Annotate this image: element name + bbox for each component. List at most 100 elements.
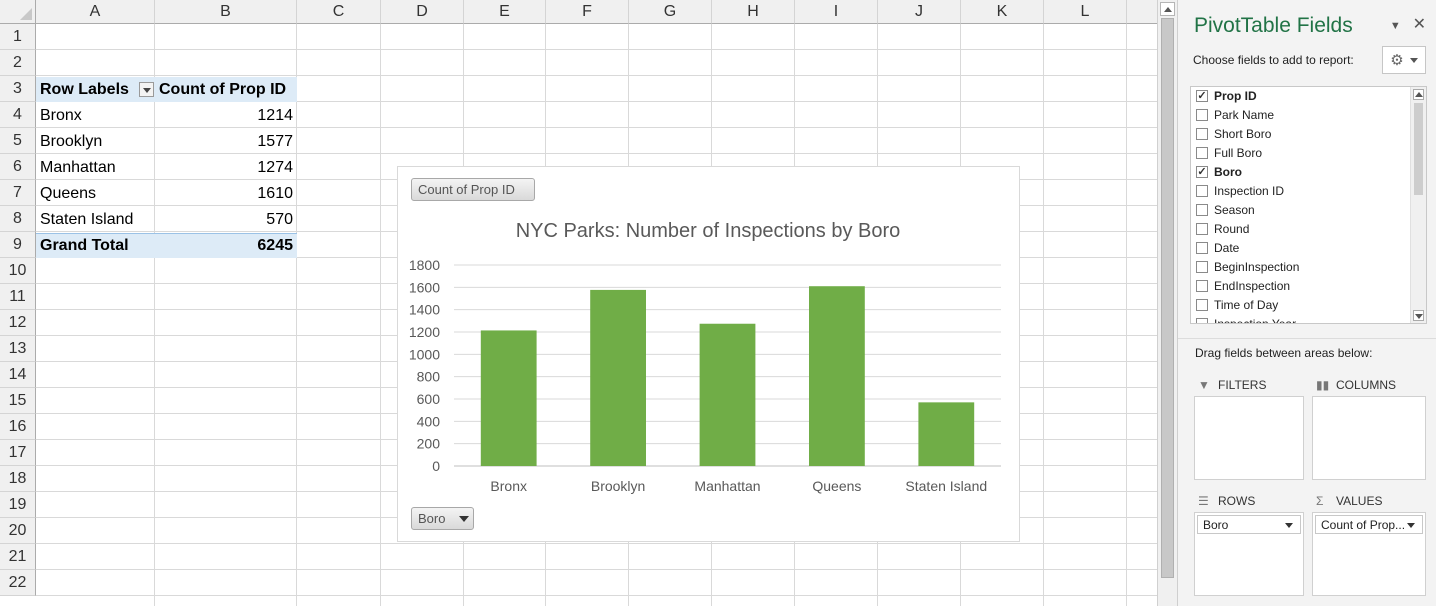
column-header-e[interactable]: E xyxy=(464,0,546,24)
pivot-row-value[interactable]: 1577 xyxy=(155,129,297,154)
row-header-5[interactable]: 5 xyxy=(0,128,36,154)
row-header-2[interactable]: 2 xyxy=(0,50,36,76)
pivot-chart[interactable]: Count of Prop ID NYC Parks: Number of In… xyxy=(397,166,1020,542)
select-all-corner[interactable] xyxy=(0,0,36,24)
pivot-grand-total-value[interactable]: 6245 xyxy=(155,233,297,258)
field-item[interactable]: Time of Day xyxy=(1196,295,1278,314)
pivot-header-count[interactable]: Count of Prop ID xyxy=(155,77,297,102)
chart-bar-staten-island[interactable] xyxy=(918,402,975,466)
checkbox-icon[interactable] xyxy=(1196,127,1208,140)
row-header-22[interactable]: 22 xyxy=(0,570,36,596)
chart-axis-field-button[interactable]: Boro xyxy=(411,507,474,530)
field-item[interactable]: Full Boro xyxy=(1196,143,1262,162)
pivot-row-label[interactable]: Bronx xyxy=(36,103,155,128)
field-item[interactable]: BeginInspection xyxy=(1196,257,1299,276)
chevron-down-icon[interactable] xyxy=(1407,523,1415,528)
field-list-scroll-thumb[interactable] xyxy=(1414,103,1423,195)
chart-bar-manhattan[interactable] xyxy=(699,323,756,466)
rows-area[interactable]: Boro xyxy=(1194,512,1304,596)
row-header-3[interactable]: 3 xyxy=(0,76,36,102)
row-header-21[interactable]: 21 xyxy=(0,544,36,570)
pivot-row-label[interactable]: Brooklyn xyxy=(36,129,155,154)
chart-bar-bronx[interactable] xyxy=(480,330,537,466)
field-item[interactable]: Inspection Year xyxy=(1196,314,1296,323)
scroll-up-icon[interactable] xyxy=(1413,89,1424,100)
filters-area[interactable] xyxy=(1194,396,1304,480)
scroll-up-arrow-icon[interactable] xyxy=(1160,2,1175,16)
scroll-thumb[interactable] xyxy=(1161,18,1174,578)
row-header-11[interactable]: 11 xyxy=(0,284,36,310)
row-header-10[interactable]: 10 xyxy=(0,258,36,284)
checkbox-icon[interactable] xyxy=(1196,260,1208,273)
pivot-row-value[interactable]: 570 xyxy=(155,207,297,232)
row-header-18[interactable]: 18 xyxy=(0,466,36,492)
checkbox-icon[interactable] xyxy=(1196,241,1208,254)
row-header-13[interactable]: 13 xyxy=(0,336,36,362)
row-header-8[interactable]: 8 xyxy=(0,206,36,232)
pivot-row-label[interactable]: Staten Island xyxy=(36,207,155,232)
rows-area-field-boro[interactable]: Boro xyxy=(1197,515,1301,534)
checkbox-icon[interactable] xyxy=(1196,222,1208,235)
column-header-j[interactable]: J xyxy=(878,0,961,24)
row-header-20[interactable]: 20 xyxy=(0,518,36,544)
column-header-a[interactable]: A xyxy=(36,0,155,24)
field-item[interactable]: ✓ Prop ID xyxy=(1196,87,1257,105)
values-area-field-count[interactable]: Count of Prop... xyxy=(1315,515,1423,534)
column-header-k[interactable]: K xyxy=(961,0,1044,24)
column-header-f[interactable]: F xyxy=(546,0,629,24)
checkbox-checked-icon[interactable]: ✓ xyxy=(1196,165,1208,178)
field-item[interactable]: Park Name xyxy=(1196,105,1274,124)
chevron-down-icon[interactable] xyxy=(1285,523,1293,528)
row-header-16[interactable]: 16 xyxy=(0,414,36,440)
column-header-d[interactable]: D xyxy=(381,0,464,24)
checkbox-icon[interactable] xyxy=(1196,146,1208,159)
checkbox-checked-icon[interactable]: ✓ xyxy=(1196,89,1208,102)
chart-bar-queens[interactable] xyxy=(809,286,865,466)
checkbox-icon[interactable] xyxy=(1196,317,1208,323)
field-item[interactable]: EndInspection xyxy=(1196,276,1290,295)
row-header-15[interactable]: 15 xyxy=(0,388,36,414)
pane-options-chevron-icon[interactable]: ▼ xyxy=(1390,20,1401,32)
field-item[interactable]: Round xyxy=(1196,219,1249,238)
field-list[interactable]: ✓ Prop ID Park Name Short Boro Full Boro ✓ Bor… xyxy=(1190,86,1427,324)
row-header-17[interactable]: 17 xyxy=(0,440,36,466)
row-header-19[interactable]: 19 xyxy=(0,492,36,518)
values-area[interactable]: Count of Prop... xyxy=(1312,512,1426,596)
column-header-l[interactable]: L xyxy=(1044,0,1127,24)
field-item[interactable]: Date xyxy=(1196,238,1239,257)
sheet-vertical-scrollbar[interactable] xyxy=(1157,0,1177,606)
column-header-b[interactable]: B xyxy=(155,0,297,24)
row-header-4[interactable]: 4 xyxy=(0,102,36,128)
scroll-down-icon[interactable] xyxy=(1413,310,1424,321)
field-list-scrollbar[interactable] xyxy=(1410,87,1426,323)
pivot-header-row-labels[interactable]: Row Labels xyxy=(36,77,155,102)
column-header-g[interactable]: G xyxy=(629,0,712,24)
column-header-c[interactable]: C xyxy=(297,0,381,24)
row-labels-filter-button[interactable] xyxy=(138,82,154,97)
row-header-6[interactable]: 6 xyxy=(0,154,36,180)
row-header-9[interactable]: 9 xyxy=(0,232,36,258)
pivot-row-value[interactable]: 1274 xyxy=(155,155,297,180)
close-icon[interactable]: ✕ xyxy=(1413,16,1426,33)
field-layout-button[interactable]: ⚙ xyxy=(1382,46,1426,74)
row-header-7[interactable]: 7 xyxy=(0,180,36,206)
row-header-14[interactable]: 14 xyxy=(0,362,36,388)
pivot-row-label[interactable]: Queens xyxy=(36,181,155,206)
row-header-1[interactable]: 1 xyxy=(0,24,36,50)
pivot-row-label[interactable]: Manhattan xyxy=(36,155,155,180)
checkbox-icon[interactable] xyxy=(1196,184,1208,197)
field-item[interactable]: Season xyxy=(1196,200,1255,219)
column-header-i[interactable]: I xyxy=(795,0,878,24)
checkbox-icon[interactable] xyxy=(1196,279,1208,292)
pivot-grand-total-label[interactable]: Grand Total xyxy=(36,233,155,258)
field-item[interactable]: Inspection ID xyxy=(1196,181,1284,200)
column-header-h[interactable]: H xyxy=(712,0,795,24)
worksheet[interactable]: A B C D E F G H I J K L 1 2 3 4 5 6 7 8 9 10 11 12 13 14 15 16 17 18 1… xyxy=(0,0,1157,606)
row-header-12[interactable]: 12 xyxy=(0,310,36,336)
columns-area[interactable] xyxy=(1312,396,1426,480)
checkbox-icon[interactable] xyxy=(1196,108,1208,121)
field-item[interactable]: Short Boro xyxy=(1196,124,1271,143)
pivot-row-value[interactable]: 1214 xyxy=(155,103,297,128)
pivot-row-value[interactable]: 1610 xyxy=(155,181,297,206)
chart-bar-brooklyn[interactable] xyxy=(590,289,646,466)
